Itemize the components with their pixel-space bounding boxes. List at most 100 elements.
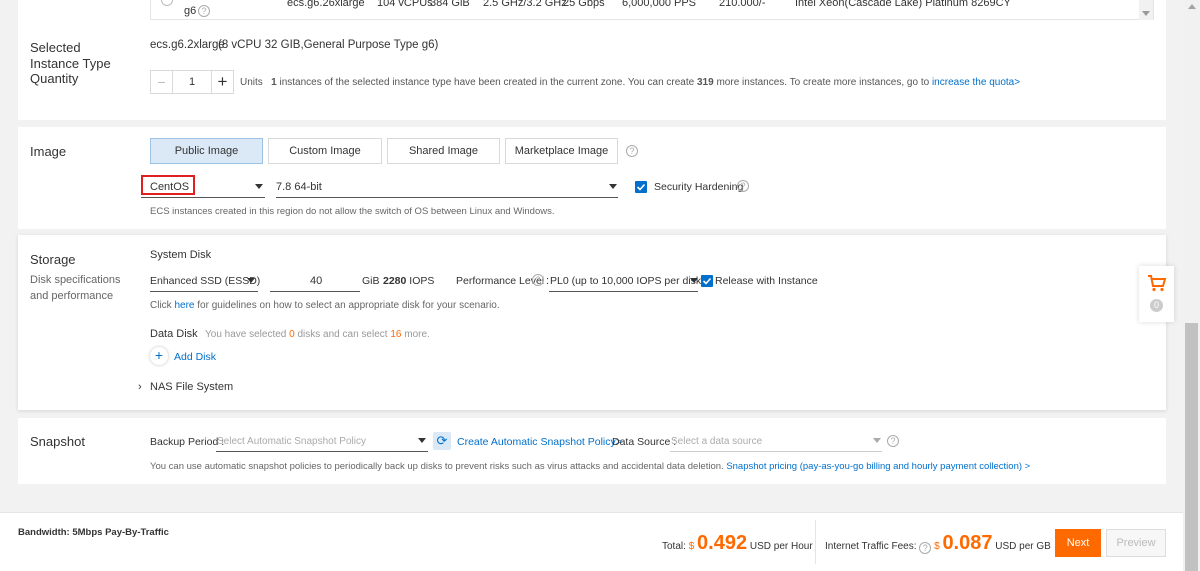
data-source-help-icon[interactable]: ?: [887, 435, 899, 447]
chevron-right-icon[interactable]: ›: [138, 380, 142, 394]
disk-guide-text-b: for guidelines on how to select an appro…: [197, 300, 500, 311]
quantity-label: Quantity: [30, 71, 79, 86]
system-disk-label: System Disk: [150, 249, 212, 261]
data-disk-text-c: more.: [404, 329, 430, 340]
footer-divider: [815, 520, 816, 564]
page-scroll-thumb[interactable]: [1185, 323, 1198, 571]
disk-iops: 2280 IOPS: [383, 274, 434, 288]
hardening-help-icon[interactable]: ?: [737, 180, 749, 192]
data-disk-remaining-count: 16: [390, 329, 402, 340]
quantity-decrement-button[interactable]: −: [151, 71, 173, 93]
total-currency: $: [688, 541, 695, 552]
traffic-help-icon[interactable]: ?: [919, 542, 932, 554]
performance-level-label: Performance Level: [456, 275, 545, 287]
snapshot-panel: [18, 418, 1166, 484]
quota-message-a: instances of the selected instance type …: [279, 77, 695, 88]
version-select[interactable]: [276, 178, 618, 198]
traffic-currency: $: [934, 541, 940, 552]
data-disk-selected-count: 0: [289, 329, 295, 340]
snapshot-label: Snapshot: [30, 434, 85, 449]
data-disk-text-b: disks and can select: [297, 329, 388, 340]
performance-level-value: PL0 (up to 10,000 IOPS per disk): [550, 275, 705, 287]
created-count: 1: [271, 77, 277, 88]
table-cell-bandwidth: 25 Gbps: [563, 0, 605, 9]
data-disk-label: Data Disk: [150, 328, 198, 340]
storage-label: Storage: [30, 252, 76, 267]
version-chevron-down-icon[interactable]: [609, 184, 617, 189]
add-disk-button[interactable]: + Add Disk: [150, 347, 220, 367]
cart-count-badge: 0: [1150, 299, 1163, 312]
table-scroll-down-icon[interactable]: [1142, 11, 1150, 16]
total-value: 0.492: [697, 532, 748, 554]
scroll-up-icon[interactable]: [1188, 4, 1196, 9]
tab-shared-image[interactable]: Shared Image: [387, 138, 500, 164]
quota-message-b: more instances. To create more instances…: [716, 77, 930, 88]
image-label: Image: [30, 144, 67, 159]
storage-sublabel: Disk specifications and performance: [30, 274, 121, 302]
family-help-icon[interactable]: ?: [198, 5, 210, 17]
total-label: Total:: [662, 541, 686, 552]
snapshot-pricing-link[interactable]: Snapshot pricing (pay-as-you-go billing …: [726, 461, 1030, 472]
image-os-note: ECS instances created in this region do …: [150, 206, 555, 217]
disk-guide: Click here for guidelines on how to sele…: [150, 299, 500, 313]
security-hardening-checkbox[interactable]: [635, 181, 647, 193]
quantity-increment-button[interactable]: +: [211, 71, 233, 93]
snapshot-note: You can use automatic snapshot policies …: [150, 460, 1030, 474]
refresh-icon[interactable]: ⟳: [433, 432, 451, 450]
table-cell-clock: 2.5 GHz/3.2 GHz: [483, 0, 567, 9]
release-with-instance-checkbox[interactable]: [701, 275, 713, 287]
cart-widget[interactable]: 0: [1139, 266, 1174, 322]
increase-quota-link[interactable]: increase the quota>: [932, 77, 1020, 88]
quantity-input[interactable]: 1: [173, 71, 211, 93]
data-source-chevron-down-icon[interactable]: [873, 438, 881, 443]
next-button[interactable]: Next: [1055, 529, 1101, 557]
table-cell-family: g6: [184, 5, 197, 17]
performance-help-icon[interactable]: ?: [532, 274, 544, 286]
os-value: CentOS: [150, 181, 190, 193]
table-cell-type: ecs.g6.26xlarge: [287, 0, 365, 9]
create-snapshot-policy-link[interactable]: Create Automatic Snapshot Policy>: [457, 435, 622, 449]
table-cell-pps: 6,000,000 PPS: [622, 0, 697, 9]
disk-size-value: 40: [310, 275, 323, 287]
data-source-label: Data Source :: [612, 436, 677, 448]
disk-type-chevron-down-icon[interactable]: [247, 278, 255, 283]
bandwidth-summary: Bandwidth: 5Mbps Pay-By-Traffic: [18, 527, 169, 538]
backup-chevron-down-icon[interactable]: [418, 438, 426, 443]
disk-iops-value: 2280: [383, 275, 407, 287]
data-source-placeholder: Select a data source: [671, 436, 763, 447]
security-hardening-label: Security Hardening: [654, 181, 744, 193]
traffic-fee: Internet Traffic Fees: ? $ 0.087 USD per…: [825, 530, 1051, 560]
version-value: 7.8 64-bit: [276, 181, 322, 193]
disk-iops-unit: IOPS: [409, 275, 435, 287]
add-disk-label: Add Disk: [174, 351, 217, 363]
performance-chevron-down-icon[interactable]: [690, 278, 698, 283]
disk-size-unit: GiB: [362, 275, 380, 287]
tab-public-image[interactable]: Public Image: [150, 138, 263, 164]
traffic-value: 0.087: [942, 532, 993, 554]
total-unit: USD per Hour: [749, 541, 813, 552]
data-disk-info: You have selected 0 disks and can select…: [205, 328, 430, 342]
release-with-instance-label: Release with Instance: [715, 275, 818, 287]
image-help-icon[interactable]: ?: [626, 145, 638, 157]
nas-file-system-toggle[interactable]: NAS File System: [150, 380, 233, 394]
traffic-fee-label: Internet Traffic Fees:: [825, 541, 917, 552]
selected-instance-spec: (8 vCPU 32 GIB,General Purpose Type g6): [218, 39, 439, 51]
disk-type-value: Enhanced SSD (ESSD): [150, 275, 261, 287]
os-chevron-down-icon[interactable]: [255, 184, 263, 189]
cart-icon: [1148, 275, 1167, 292]
table-cell-vcpu: 104 vCPUs: [377, 0, 433, 9]
preview-button[interactable]: Preview: [1106, 529, 1166, 557]
table-cell-memory: 384 GiB: [430, 0, 470, 9]
tab-custom-image[interactable]: Custom Image: [268, 138, 382, 164]
table-scrollbar[interactable]: [1139, 0, 1153, 20]
total-price: Total: $ 0.492 USD per Hour: [662, 530, 813, 560]
traffic-unit: USD per GB: [995, 541, 1051, 552]
disk-guide-link[interactable]: here: [174, 300, 194, 311]
tab-marketplace-image[interactable]: Marketplace Image: [505, 138, 618, 164]
selected-instance-type: ecs.g6.2xlarge: [150, 39, 225, 51]
backup-period-placeholder: Select Automatic Snapshot Policy: [217, 436, 366, 447]
remaining-count: 319: [697, 77, 714, 88]
backup-period-label: Backup Period :: [150, 436, 225, 448]
data-disk-text-a: You have selected: [205, 329, 287, 340]
plus-icon: +: [150, 347, 168, 365]
